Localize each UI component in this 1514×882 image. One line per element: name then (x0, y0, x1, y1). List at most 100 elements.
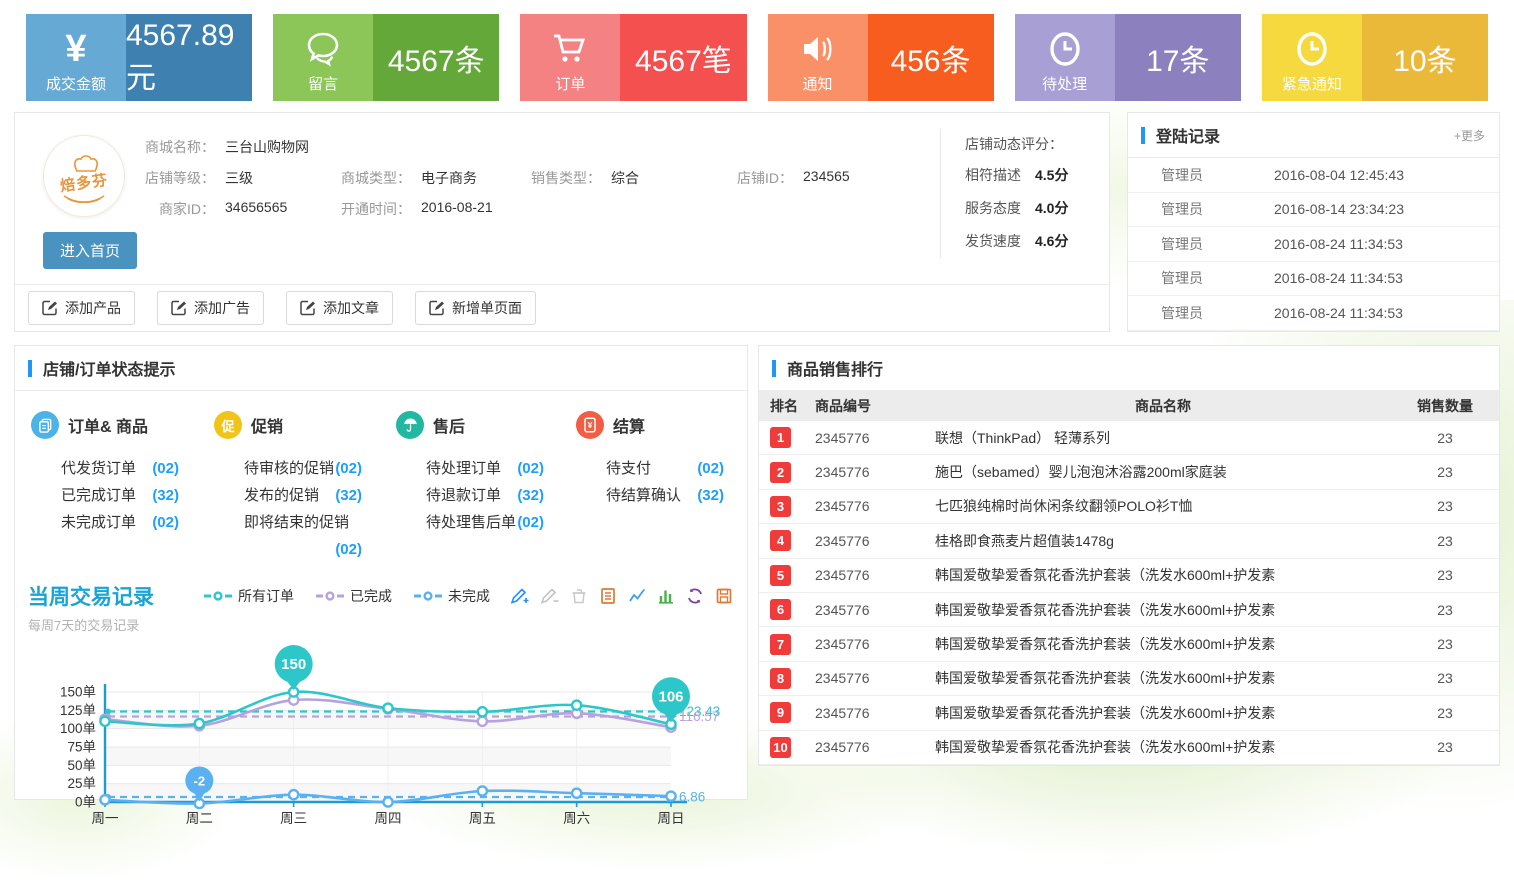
enter-home-button[interactable]: 进入首页 (43, 232, 137, 269)
login-user: 管理员 (1128, 234, 1274, 254)
unmark-icon[interactable] (540, 587, 559, 605)
legend-item[interactable]: 已完成 (316, 586, 392, 606)
status-categories: 订单& 商品 代发货订单 (02)已完成订单 (32)未完成订单 (02) 促 … (15, 391, 747, 563)
login-record-row: 管理员 2016-08-04 12:45:43 (1128, 158, 1499, 193)
rating-score: 4.0分 (1035, 192, 1068, 225)
stat-card[interactable]: 紧急通知 10条 (1262, 14, 1488, 101)
dataview-icon[interactable] (599, 587, 617, 605)
product-name: 联想（ThinkPad） 轻薄系列 (935, 428, 1391, 448)
product-code: 2345776 (815, 636, 935, 652)
legend-item[interactable]: 未完成 (414, 586, 490, 606)
stat-card[interactable]: 待处理 17条 (1015, 14, 1241, 101)
more-link[interactable]: +更多 (1454, 127, 1485, 144)
quick-action-button[interactable]: 添加产品 (28, 291, 135, 325)
field-sale-type: 销售类型： 综合 (523, 168, 733, 188)
login-panel-title: 登陆记录 (1156, 123, 1220, 147)
save-icon (715, 587, 733, 605)
status-item[interactable]: 代发货订单 (02) (61, 455, 179, 482)
legend-item[interactable]: 所有订单 (204, 586, 294, 606)
rating-label: 服务态度 (965, 192, 1021, 225)
status-category-name: 售后 (433, 413, 465, 437)
refresh-icon[interactable] (686, 587, 704, 605)
status-count: (32) (152, 482, 179, 509)
status-item[interactable]: 已完成订单 (32) (61, 482, 179, 509)
login-record-row: 管理员 2016-08-24 11:34:53 (1128, 262, 1499, 297)
ranking-row: 5 2345776 韩国爱敬挚爱香氛花香洗护套装（洗发水600ml+护发素 23 (759, 559, 1499, 593)
save-icon[interactable] (715, 587, 733, 605)
rank-badge: 7 (770, 634, 791, 655)
status-item[interactable]: 待结算确认 (32) (606, 482, 724, 509)
rating-row: 服务态度 4.0分 (965, 192, 1068, 225)
stat-card[interactable]: 留言 4567条 (273, 14, 499, 101)
linechart-icon[interactable] (628, 587, 646, 605)
svg-text:周五: 周五 (469, 811, 496, 826)
product-name: 韩国爱敬挚爱香氛花香洗护套装（洗发水600ml+护发素 (935, 668, 1391, 688)
stat-card-value: 4567.89元 (126, 14, 252, 101)
status-item[interactable]: 未完成订单 (02) (61, 509, 179, 536)
barchart-icon[interactable] (657, 587, 675, 605)
login-time: 2016-08-14 23:34:23 (1274, 201, 1404, 217)
stat-card-label: 待处理 (1042, 73, 1087, 94)
product-name: 韩国爱敬挚爱香氛花香洗护套装（洗发水600ml+护发素 (935, 703, 1391, 723)
status-category: 促 促销 待审核的促销 (02)发布的促销 (32)即将结束的促销 (02) (214, 411, 396, 563)
svg-text:-2: -2 (194, 773, 206, 788)
product-code: 2345776 (815, 670, 935, 686)
store-fields: 商城名称： 三台山购物网 店铺等级： 三级 商城类型： 电子商务 销售类型： (137, 131, 927, 224)
quick-actions-bar: 添加产品 添加广告 添加文章 新增单页面 (15, 284, 1109, 331)
rank-badge: 1 (770, 427, 791, 448)
stat-card[interactable]: 订单 4567笔 (520, 14, 746, 101)
ranking-row: 8 2345776 韩国爱敬挚爱香氛花香洗护套装（洗发水600ml+护发素 23 (759, 662, 1499, 696)
clear-icon[interactable] (570, 587, 588, 605)
sales-qty: 23 (1391, 533, 1499, 549)
svg-text:100单: 100单 (60, 721, 96, 736)
product-name: 七匹狼纯棉时尚休闲条纹翻领POLO衫T恤 (935, 496, 1391, 516)
svg-text:周日: 周日 (658, 811, 685, 826)
svg-text:125单: 125单 (60, 703, 96, 718)
speaker-icon (798, 32, 838, 66)
status-panel-title: 店铺/订单状态提示 (43, 356, 175, 380)
svg-text:周六: 周六 (563, 811, 590, 826)
stat-card[interactable]: 通知 456条 (768, 14, 994, 101)
store-rating-block: 店铺动态评分： 相符描述 4.5分 服务态度 4.0分 发货速度 4.6分 (940, 129, 1068, 258)
ranking-row: 4 2345776 桂格即食燕麦片超值装1478g 23 (759, 524, 1499, 558)
field-merchant-id: 商家ID： 34656565 (137, 199, 333, 219)
product-name: 韩国爱敬挚爱香氛花香洗护套装（洗发水600ml+护发素 (935, 600, 1391, 620)
quick-action-button[interactable]: 新增单页面 (415, 291, 536, 325)
chart-legend: 所有订单 已完成 未完成 (174, 586, 490, 606)
svg-text:25单: 25单 (67, 776, 96, 791)
login-time: 2016-08-24 11:34:53 (1274, 270, 1403, 286)
svg-text:106: 106 (658, 688, 683, 705)
status-item[interactable]: 待处理售后单 (02) (426, 509, 544, 536)
documents-icon (38, 418, 53, 433)
status-item[interactable]: 待支付 (02) (606, 455, 724, 482)
status-item[interactable]: 待审核的促销 (02) (244, 455, 362, 482)
stat-card[interactable]: ¥ 成交金额 4567.89元 (26, 14, 252, 101)
status-item[interactable]: 发布的促销 (32) (244, 482, 362, 509)
chef-hat-icon (69, 150, 99, 172)
rating-row: 相符描述 4.5分 (965, 159, 1068, 192)
rank-badge: 4 (770, 530, 791, 551)
quick-action-button[interactable]: 添加广告 (157, 291, 264, 325)
quick-action-button[interactable]: 添加文章 (286, 291, 393, 325)
status-category-name: 订单& 商品 (68, 413, 148, 437)
edit-icon (300, 300, 316, 316)
status-item[interactable]: 待退款订单 (32) (426, 482, 544, 509)
billing-icon: ¥ (583, 417, 597, 433)
rank-badge: 6 (770, 599, 791, 620)
status-item[interactable]: 即将结束的促销 (02) (244, 509, 362, 536)
status-count: (02) (517, 455, 544, 482)
field-open-date: 开通时间： 2016-08-21 (333, 199, 523, 219)
stat-cards-row: ¥ 成交金额 4567.89元 留言 4567条 订单 4567笔 通知 456… (26, 14, 1488, 101)
status-category: 订单& 商品 代发货订单 (02)已完成订单 (32)未完成订单 (02) (31, 411, 214, 563)
yen-icon: ¥ (65, 30, 86, 68)
status-item[interactable]: 待处理订单 (02) (426, 455, 544, 482)
svg-text:0单: 0单 (75, 795, 96, 810)
ranking-row: 9 2345776 韩国爱敬挚爱香氛花香洗护套装（洗发水600ml+护发素 23 (759, 696, 1499, 730)
svg-text:50单: 50单 (67, 758, 96, 773)
mark-icon[interactable] (510, 587, 529, 605)
status-count: (32) (517, 482, 544, 509)
stat-card-label: 紧急通知 (1282, 73, 1342, 94)
ranking-row: 6 2345776 韩国爱敬挚爱香氛花香洗护套装（洗发水600ml+护发素 23 (759, 593, 1499, 627)
product-name: 韩国爱敬挚爱香氛花香洗护套装（洗发水600ml+护发素 (935, 565, 1391, 585)
legend-marker-icon (414, 591, 442, 601)
